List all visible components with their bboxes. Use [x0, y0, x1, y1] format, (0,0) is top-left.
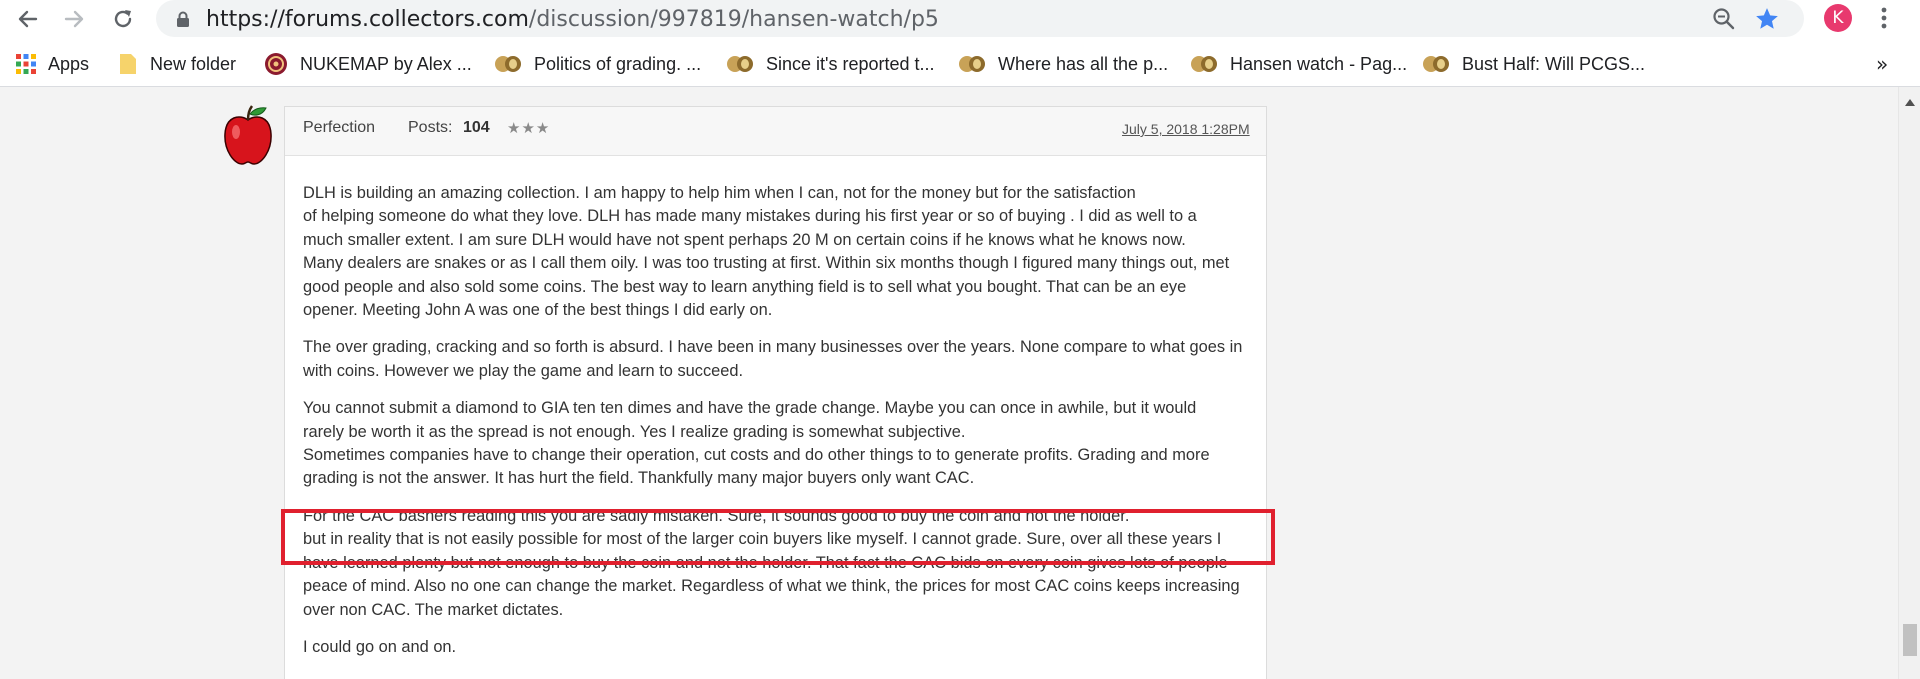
reload-icon: [114, 10, 132, 28]
text-line: For the CAC bashers reading this you are…: [303, 506, 1130, 525]
collectors-icon: [494, 55, 522, 73]
bookmark-label: Apps: [48, 53, 90, 74]
post-paragraph: DLH is building an amazing collection. I…: [303, 182, 1253, 322]
folder-icon: [118, 53, 138, 75]
text-line: DLH is building an amazing collection. I…: [303, 184, 1136, 202]
text-line: The over grading, cracking and so forth …: [303, 338, 1243, 357]
posts-label: Posts:: [408, 119, 453, 136]
text-line: over non CAC. The market dictates.: [303, 600, 564, 619]
post-header: Perfection Posts: 104 ★★★ July 5, 2018 1…: [285, 107, 1266, 156]
nukemap-icon: [264, 52, 288, 76]
url-path: /discussion/997819/hansen-watch/p5: [528, 7, 939, 32]
bookmark-label: New folder: [150, 53, 237, 74]
bookmark-label: Since it's reported t...: [766, 53, 935, 74]
text-line: with coins. However we play the game and…: [303, 361, 744, 380]
bookmarks-bar: Apps New folder NUKEMAP by Alex ... Poli…: [0, 44, 1920, 84]
post-paragraph: You cannot submit a diamond to GIA ten t…: [303, 397, 1253, 491]
text-line: of helping someone do what they love. DL…: [303, 207, 1197, 226]
scroll-up-arrow-icon[interactable]: [1905, 99, 1915, 106]
post-paragraph: The over grading, cracking and so forth …: [303, 336, 1253, 383]
text-line: Many dealers are snakes or as I call the…: [303, 254, 1230, 273]
lock-icon[interactable]: [176, 11, 190, 28]
url-host: https://forums.collectors.com: [206, 7, 529, 32]
text-line: grading is not the answer. It has hurt t…: [303, 469, 975, 488]
url-text[interactable]: https://forums.collectors.com/discussion…: [206, 7, 939, 32]
posts-count: 104: [463, 119, 490, 136]
page-scrollbar[interactable]: [1898, 87, 1920, 679]
bookmark-label: Politics of grading. ...: [534, 53, 702, 74]
profile-avatar[interactable]: K: [1824, 4, 1852, 32]
text-line: have learned plenty but not enough to bu…: [303, 553, 1228, 572]
apple-avatar-icon[interactable]: [222, 104, 274, 166]
browser-toolbar: https://forums.collectors.com/discussion…: [0, 0, 1920, 37]
text-line: I could go on and on.: [303, 637, 457, 656]
collectors-icon: [726, 55, 754, 73]
reload-button[interactable]: [106, 2, 140, 36]
scrollbar-thumb[interactable]: [1903, 624, 1917, 656]
collectors-icon: [1422, 55, 1450, 73]
text-line: Sometimes companies have to change their…: [303, 446, 1210, 465]
bookmark-label: Bust Half: Will PCGS...: [1462, 53, 1646, 74]
apps-grid-icon: [16, 54, 36, 74]
bookmark-new-folder[interactable]: New folder: [118, 50, 236, 78]
forward-button[interactable]: [58, 2, 92, 36]
menu-dots-icon[interactable]: [1880, 6, 1888, 30]
bookmark-star-icon[interactable]: [1754, 6, 1780, 32]
bookmark-bust-half[interactable]: Bust Half: Will PCGS...: [1422, 50, 1645, 78]
bookmark-apps[interactable]: Apps: [16, 50, 89, 78]
address-bar[interactable]: https://forums.collectors.com/discussion…: [156, 0, 1804, 37]
text-line: but in reality that is not easily possib…: [303, 530, 1222, 549]
text-line: rarely be worth it as the spread is not …: [303, 422, 966, 441]
post-date-link[interactable]: July 5, 2018 1:28PM: [1122, 121, 1250, 137]
bookmark-label: NUKEMAP by Alex ...: [300, 53, 472, 74]
bookmark-where-has[interactable]: Where has all the p...: [958, 50, 1168, 78]
bookmark-label: Where has all the p...: [998, 53, 1169, 74]
post-paragraph: I could go on and on.: [303, 636, 1253, 659]
bookmark-since-reported[interactable]: Since it's reported t...: [726, 50, 935, 78]
bookmarks-overflow-button[interactable]: »: [1876, 52, 1888, 76]
text-line: much smaller extent. I am sure DLH would…: [303, 230, 1186, 249]
collectors-icon: [958, 55, 986, 73]
zoom-out-icon[interactable]: [1712, 7, 1736, 31]
collectors-icon: [1190, 55, 1218, 73]
forward-arrow-icon: [64, 10, 84, 28]
text-line: opener. Meeting John A was one of the be…: [303, 301, 773, 320]
rank-stars: ★★★: [507, 119, 551, 137]
text-line: peace of mind. Also no one can change th…: [303, 577, 1240, 596]
forum-page: Perfection Posts: 104 ★★★ July 5, 2018 1…: [0, 87, 1898, 679]
bookmark-politics[interactable]: Politics of grading. ...: [494, 50, 701, 78]
post-body: DLH is building an amazing collection. I…: [303, 182, 1253, 673]
bookmark-nukemap[interactable]: NUKEMAP by Alex ...: [264, 50, 472, 78]
bookmark-hansen-watch[interactable]: Hansen watch - Pag...: [1190, 50, 1407, 78]
post-paragraph: For the CAC bashers reading this you are…: [303, 505, 1253, 622]
back-arrow-icon: [18, 10, 38, 28]
bookmark-label: Hansen watch - Pag...: [1230, 53, 1408, 74]
text-line: good people and also sold some coins. Th…: [303, 277, 1187, 296]
back-button[interactable]: [10, 2, 44, 36]
forum-post: Perfection Posts: 104 ★★★ July 5, 2018 1…: [284, 106, 1267, 679]
post-author-link[interactable]: Perfection: [303, 119, 375, 137]
text-line: You cannot submit a diamond to GIA ten t…: [303, 399, 1197, 418]
